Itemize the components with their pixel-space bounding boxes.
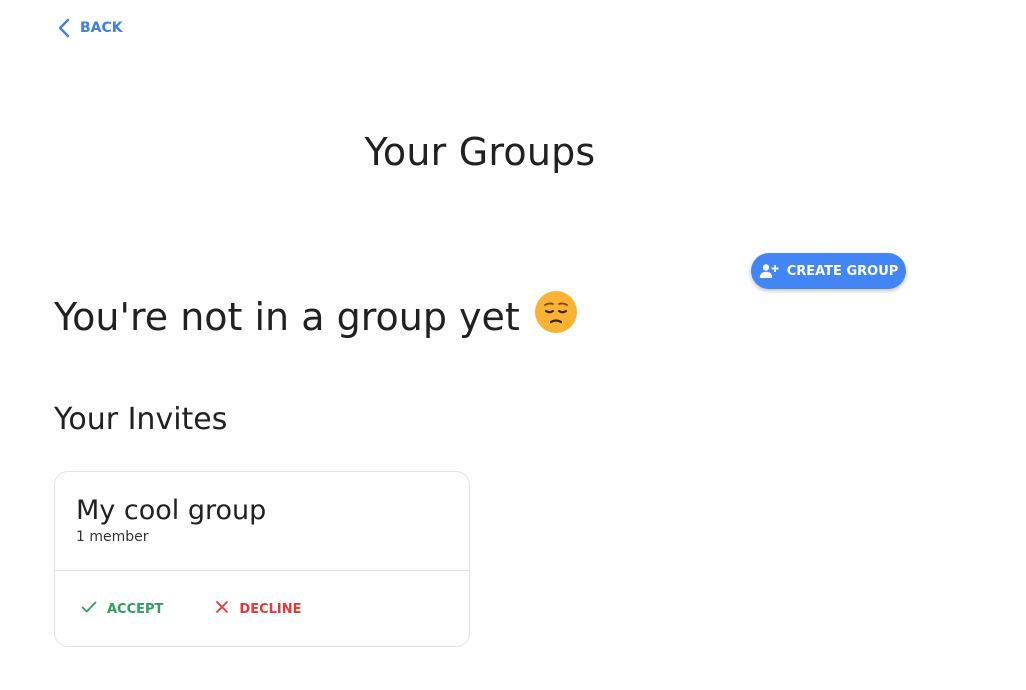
invite-card: My cool group 1 member ACCEPT DECLINE [54, 471, 470, 647]
invites-heading: Your Invites [54, 402, 228, 437]
invite-card-actions: ACCEPT DECLINE [55, 571, 469, 647]
invite-card-body: My cool group 1 member [55, 472, 469, 571]
person-add-icon [759, 263, 779, 279]
create-group-label: CREATE GROUP [786, 263, 899, 279]
page-title: Your Groups [364, 130, 596, 174]
member-count: 1 member [76, 529, 149, 545]
accept-button[interactable]: ACCEPT [81, 600, 163, 618]
decline-button[interactable]: DECLINE [215, 600, 302, 618]
back-label: BACK [80, 20, 123, 36]
group-name: My cool group [76, 495, 267, 526]
sad-face-emoji-icon [534, 290, 578, 343]
chevron-left-icon [58, 18, 70, 38]
back-link[interactable]: BACK [58, 16, 123, 40]
decline-label: DECLINE [239, 601, 302, 617]
check-icon [81, 600, 97, 618]
accept-label: ACCEPT [107, 601, 164, 617]
create-group-button[interactable]: CREATE GROUP [751, 253, 906, 289]
empty-state-text: You're not in a group yet [54, 294, 520, 339]
empty-state-message: You're not in a group yet [54, 290, 578, 343]
close-icon [215, 600, 229, 618]
